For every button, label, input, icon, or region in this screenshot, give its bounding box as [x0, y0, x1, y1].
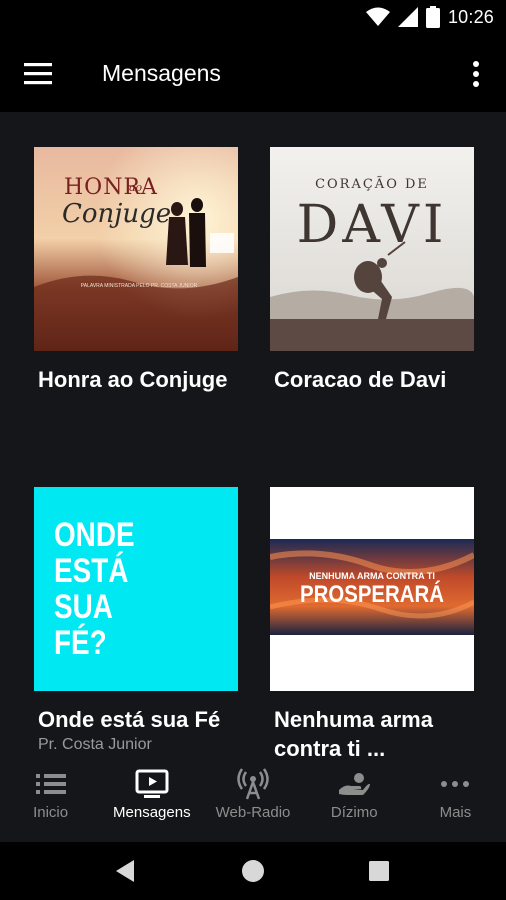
message-card-honra-ao-conjuge[interactable]: HONRA ao Conjuge PALAVRA MINISTRADA PELO… [34, 147, 238, 394]
cover-line: ONDE [54, 516, 135, 554]
cover-line: SUA [54, 588, 113, 626]
cover-title-line2: PROSPERARÁ [300, 581, 444, 608]
message-card-onde-esta-sua-fe[interactable]: ONDE ESTÁ SUA FÉ? Onde está sua Fé Pr. C… [34, 487, 238, 754]
radio-tower-icon [237, 768, 269, 800]
message-thumbnail: HONRA ao Conjuge PALAVRA MINISTRADA PELO… [34, 147, 238, 351]
cover-line: ESTÁ [54, 552, 129, 590]
bottom-navigation: Inicio Mensagens Web-Radio Dízimo Mais [0, 760, 506, 842]
status-time: 10:26 [447, 6, 494, 27]
nav-label: Inicio [33, 804, 69, 821]
nav-label: Mensagens [113, 804, 191, 821]
message-card-nenhuma-arma[interactable]: NENHUMA ARMA CONTRA TI PROSPERARÁ Nenhum… [270, 487, 474, 760]
more-horizontal-icon [441, 781, 470, 787]
battery-icon [425, 6, 440, 28]
cover-title-line2: Conjuge [62, 199, 172, 229]
status-bar: 10:26 [0, 0, 506, 36]
cell-signal-icon [397, 7, 418, 27]
cover-title-line1: NENHUMA ARMA CONTRA TI [309, 571, 435, 581]
nav-label: Web-Radio [215, 804, 291, 821]
more-vertical-icon [473, 61, 479, 87]
message-title: Coracao de Davi [274, 367, 447, 392]
menu-button[interactable] [22, 60, 54, 88]
system-navigation-bar [0, 842, 506, 900]
cover-title-stack: ONDE ESTÁ SUA FÉ? [54, 517, 135, 661]
status-icons: 10:26 [365, 6, 494, 28]
cover-title-line2: DAVI [296, 195, 448, 255]
cover-title-small: ao [129, 181, 143, 194]
cover-title-line1: CORAÇÃO DE [315, 177, 429, 192]
messages-grid: HONRA ao Conjuge PALAVRA MINISTRADA PELO… [0, 112, 506, 760]
back-triangle-icon [116, 860, 134, 882]
nav-item-web-radio[interactable]: Web-Radio [202, 760, 303, 842]
hamburger-menu-icon [24, 63, 52, 85]
nav-item-mais[interactable]: Mais [405, 760, 506, 842]
recents-button[interactable] [364, 856, 394, 886]
nav-item-mensagens[interactable]: Mensagens [101, 760, 202, 842]
nav-item-inicio[interactable]: Inicio [0, 760, 101, 842]
cover-line: FÉ? [54, 624, 107, 662]
overflow-menu-button[interactable] [466, 60, 486, 90]
nav-label: Mais [439, 804, 472, 821]
message-title: Honra ao Conjuge [38, 367, 228, 392]
back-button[interactable] [112, 856, 142, 886]
message-author: Pr. Costa Junior [38, 736, 152, 753]
home-button[interactable] [238, 856, 268, 886]
cover-footer: PALAVRA MINISTRADA PELO PR. COSTA JUNIOR [80, 283, 198, 289]
message-thumbnail: ONDE ESTÁ SUA FÉ? [34, 487, 238, 691]
message-title: Nenhuma arma contra ti ... [274, 707, 433, 760]
wifi-icon [365, 7, 390, 26]
recents-square-icon [369, 861, 389, 881]
home-circle-icon [242, 860, 264, 882]
message-thumbnail: CORAÇÃO DE DAVI [270, 147, 474, 351]
hand-offering-icon [339, 773, 371, 795]
app-bar: Mensagens [0, 36, 506, 112]
page-title: Mensagens [102, 60, 221, 86]
nav-item-dizimo[interactable]: Dízimo [304, 760, 405, 842]
tv-play-icon [135, 769, 169, 798]
cover-title-line1: HONRA [64, 175, 158, 200]
message-card-coracao-de-davi[interactable]: CORAÇÃO DE DAVI Coracao de Davi [270, 147, 474, 394]
message-thumbnail: NENHUMA ARMA CONTRA TI PROSPERARÁ [270, 487, 474, 691]
list-icon [35, 774, 66, 794]
message-title: Onde está sua Fé [38, 707, 221, 732]
nav-label: Dízimo [330, 804, 378, 821]
